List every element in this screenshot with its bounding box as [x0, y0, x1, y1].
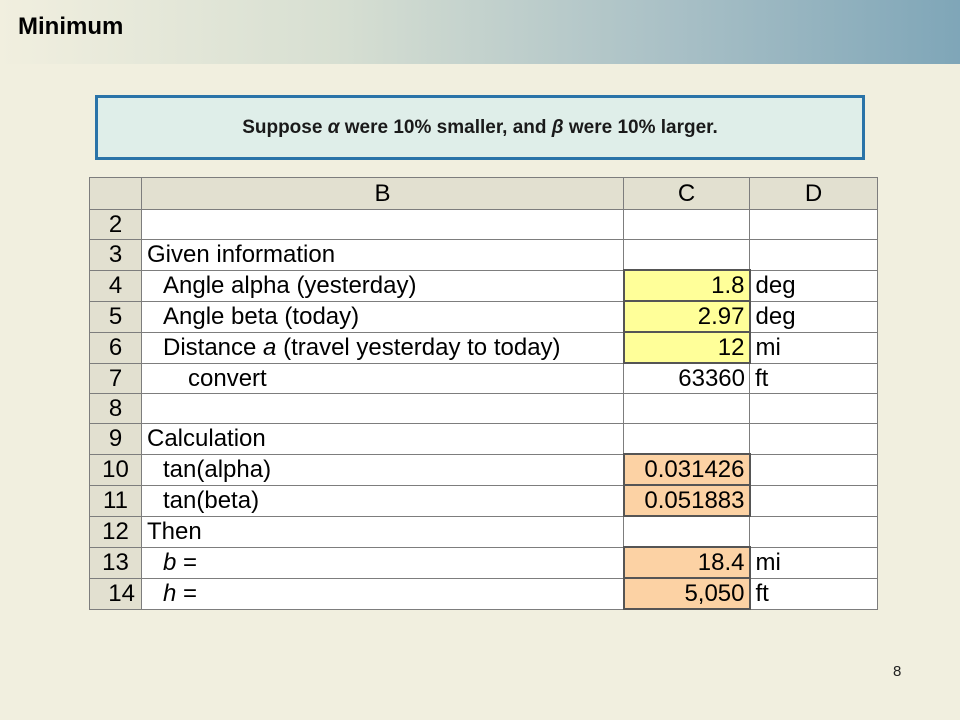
cell-text: Distance — [163, 334, 264, 361]
cell-b6[interactable]: Distance a (travel yesterday to today) — [141, 331, 624, 364]
cell-text: = — [176, 549, 198, 576]
cell-d12[interactable] — [749, 515, 878, 548]
cell-d6[interactable]: mi — [749, 331, 878, 364]
table-row: 4 Angle alpha (yesterday) 1.8 deg — [89, 269, 878, 302]
variable-h: h — [163, 580, 177, 607]
corner-cell[interactable] — [89, 177, 142, 210]
cell-text: = — [176, 580, 198, 607]
table-row: 12 Then — [89, 515, 878, 548]
cell-d8[interactable] — [749, 393, 878, 424]
header-band — [0, 0, 960, 64]
beta-symbol: β — [551, 116, 564, 138]
cell-b12[interactable]: Then — [141, 515, 624, 548]
row-header[interactable]: 6 — [89, 331, 142, 364]
cell-b4[interactable]: Angle alpha (yesterday) — [141, 269, 624, 302]
cell-d7[interactable]: ft — [749, 362, 878, 394]
cell-b5[interactable]: Angle beta (today) — [141, 300, 624, 333]
cell-d14[interactable]: ft — [749, 577, 878, 610]
column-header-row: B C D — [89, 177, 878, 210]
cell-c14-output[interactable]: 5,050 — [622, 577, 751, 610]
row-header[interactable]: 12 — [89, 515, 142, 548]
page-number: 8 — [893, 663, 902, 680]
cell-b11[interactable]: tan(beta) — [141, 484, 624, 517]
table-row: 2 — [89, 209, 878, 240]
callout-text-part: were 10% larger. — [563, 116, 718, 138]
cell-d5[interactable]: deg — [749, 300, 878, 333]
cell-b3[interactable]: Given information — [141, 239, 624, 271]
row-header[interactable]: 4 — [89, 269, 142, 302]
table-row: 10 tan(alpha) 0.031426 — [89, 453, 878, 486]
cell-d13[interactable]: mi — [749, 546, 878, 579]
row-header[interactable]: 11 — [89, 484, 142, 517]
table-row: 14 h = 5,050 ft — [89, 577, 878, 610]
cell-d10[interactable] — [749, 453, 878, 486]
row-header[interactable]: 7 — [89, 362, 142, 394]
table-row: 13 b = 18.4 mi — [89, 546, 878, 579]
cell-b9[interactable]: Calculation — [141, 423, 624, 455]
cell-c13-output[interactable]: 18.4 — [622, 546, 751, 579]
cell-b2[interactable] — [141, 209, 624, 240]
row-header[interactable]: 10 — [89, 453, 142, 486]
table-row: 9 Calculation — [89, 423, 878, 455]
column-header-c[interactable]: C — [623, 177, 750, 210]
row-header[interactable]: 9 — [89, 423, 142, 455]
slide-title: Minimum — [18, 13, 124, 40]
cell-b8[interactable] — [141, 393, 624, 424]
table-row: 7 convert 63360 ft — [89, 362, 878, 394]
cell-b7[interactable]: convert — [141, 362, 624, 394]
cell-c8[interactable] — [623, 393, 750, 424]
cell-d4[interactable]: deg — [749, 269, 878, 302]
table-row: 3 Given information — [89, 239, 878, 271]
table-row: 6 Distance a (travel yesterday to today)… — [89, 331, 878, 364]
cell-d9[interactable] — [749, 423, 878, 455]
table-row: 8 — [89, 393, 878, 424]
cell-b14[interactable]: h = — [141, 577, 624, 610]
column-header-d[interactable]: D — [749, 177, 878, 210]
cell-d2[interactable] — [749, 209, 878, 240]
table-row: 5 Angle beta (today) 2.97 deg — [89, 300, 878, 333]
row-header[interactable]: 3 — [89, 239, 142, 271]
cell-c6-input[interactable]: 12 — [622, 331, 751, 364]
callout-text-part: were 10% smaller, and — [339, 116, 552, 138]
cell-c9[interactable] — [623, 423, 750, 455]
cell-c2[interactable] — [623, 209, 750, 240]
variable-a: a — [263, 334, 277, 361]
cell-d3[interactable] — [749, 239, 878, 271]
spreadsheet: B C D 2 3 Given information 4 Angle alph… — [89, 177, 878, 610]
cell-c4-input[interactable]: 1.8 — [622, 269, 751, 302]
cell-c3[interactable] — [623, 239, 750, 271]
table-row: 11 tan(beta) 0.051883 — [89, 484, 878, 517]
variable-b: b — [163, 549, 177, 576]
row-header[interactable]: 13 — [89, 546, 142, 579]
column-header-b[interactable]: B — [141, 177, 624, 210]
cell-c5-input[interactable]: 2.97 — [622, 300, 751, 333]
cell-c12[interactable] — [623, 515, 750, 548]
row-header[interactable]: 5 — [89, 300, 142, 333]
alpha-symbol: α — [327, 116, 340, 138]
callout-text-part: Suppose — [242, 116, 328, 138]
cell-c11-output[interactable]: 0.051883 — [622, 484, 751, 517]
cell-b10[interactable]: tan(alpha) — [141, 453, 624, 486]
cell-c10-output[interactable]: 0.031426 — [622, 453, 751, 486]
row-header[interactable]: 14 — [89, 577, 142, 610]
cell-b13[interactable]: b = — [141, 546, 624, 579]
row-header[interactable]: 8 — [89, 393, 142, 424]
cell-text: (travel yesterday to today) — [276, 334, 561, 361]
cell-d11[interactable] — [749, 484, 878, 517]
cell-c7[interactable]: 63360 — [623, 362, 750, 394]
callout-box: Suppose α were 10% smaller, and β were 1… — [95, 95, 865, 160]
row-header[interactable]: 2 — [89, 209, 142, 240]
